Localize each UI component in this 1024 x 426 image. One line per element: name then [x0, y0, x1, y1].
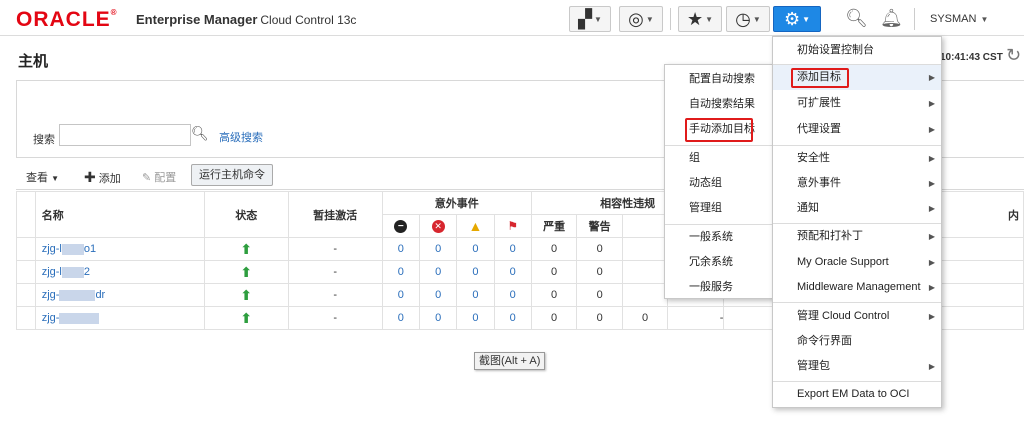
chevron-right-icon: ▶ — [928, 232, 935, 241]
menu-divider — [773, 302, 941, 303]
top-bar: ORACLE® Enterprise Manager Cloud Control … — [0, 0, 1024, 36]
menu-item-generic-system[interactable]: 一般系统 — [665, 225, 774, 250]
warning-icon[interactable]: ▲ — [456, 214, 495, 238]
menu-item-manage-cloud-control[interactable]: 管理 Cloud Control ▶ — [773, 304, 941, 329]
blackout-column-header[interactable]: 暂挂激活 — [287, 191, 383, 238]
menu-item-redundancy-system[interactable]: 冗余系统 — [665, 250, 774, 275]
status-column-header[interactable]: 状态 — [203, 191, 289, 238]
add-target-submenu: 配置自动搜索 自动搜索结果 手动添加目标 组 动态组 管理组 一般系统 冗余系统… — [664, 64, 775, 299]
chevron-right-icon: ▶ — [928, 154, 935, 163]
severe-column-header[interactable]: 严重 — [530, 214, 578, 238]
search-label: 搜索 — [33, 134, 55, 146]
chevron-right-icon: ▶ — [928, 312, 935, 321]
pencil-icon: ✎ — [142, 172, 152, 184]
highlight-box — [685, 118, 753, 142]
warning-column-header[interactable]: 警告 — [576, 214, 623, 238]
product-title: Enterprise Manager Cloud Control 13c — [136, 12, 357, 27]
configure-button[interactable]: ✎ 配置 — [142, 169, 176, 185]
add-button[interactable]: ✚ 添加 — [84, 169, 121, 186]
status-up-icon: ⬆ — [203, 306, 289, 330]
host-name-link[interactable]: zjg-l 2 — [34, 260, 205, 284]
menu-item-extensibility[interactable]: 可扩展性 ▶ — [773, 91, 941, 116]
menu-item-notifications[interactable]: 通知 ▶ — [773, 196, 941, 221]
search-icon[interactable]: 🔍︎ — [845, 8, 868, 29]
toolbar-divider — [914, 8, 915, 30]
compliance-col-3 — [621, 214, 669, 238]
refresh-icon[interactable]: ↻ — [1006, 45, 1021, 66]
menu-item-admin-group[interactable]: 管理组 — [665, 196, 774, 221]
targets-menu-button[interactable]: ▞ ▼ — [569, 6, 611, 32]
targets-icon: ▞ — [578, 8, 592, 29]
chevron-right-icon: ▶ — [928, 179, 935, 188]
status-up-icon: ⬆ — [203, 260, 289, 284]
row-select-header — [16, 191, 36, 238]
setup-dropdown-menu: 初始设置控制台 添加目标 ▶ 可扩展性 ▶ 代理设置 ▶ 安全性 ▶ 意外事件 ▶ 通知 ▶… — [772, 36, 942, 408]
menu-item-security[interactable]: 安全性 ▶ — [773, 146, 941, 171]
clock-icon: ◷ — [735, 8, 751, 29]
user-menu[interactable]: SYSMAN ▼ — [930, 13, 988, 25]
highlight-box — [791, 68, 849, 88]
page-refresh-time: 10:41:43 CST — [940, 52, 1003, 63]
menu-item-command-line-interface[interactable]: 命令行界面 — [773, 329, 941, 354]
menu-item-agent-settings[interactable]: 代理设置 ▶ — [773, 117, 941, 142]
incidents-column-header: 意外事件 — [381, 191, 532, 215]
bell-icon[interactable]: 🔔︎ — [880, 8, 903, 29]
fatal-icon[interactable]: − — [381, 214, 420, 238]
host-name-link[interactable]: zjg-l o1 — [34, 237, 205, 261]
chevron-right-icon: ▶ — [928, 204, 935, 213]
menu-item-provisioning-patching[interactable]: 预配和打补丁 ▶ — [773, 224, 941, 249]
menu-item-configure-auto-discovery[interactable]: 配置自动搜索 — [665, 67, 774, 92]
history-button[interactable]: ◷ ▼ — [726, 6, 770, 32]
name-column-header[interactable]: 名称 — [34, 191, 205, 238]
gear-icon: ⚙ — [783, 8, 801, 29]
search-input[interactable] — [59, 124, 191, 146]
chevron-right-icon: ▶ — [928, 283, 935, 292]
toolbar-divider — [670, 8, 671, 30]
host-name-link[interactable]: zjg-dr — [34, 283, 205, 307]
chevron-right-icon: ▶ — [928, 258, 935, 267]
status-up-icon: ⬆ — [203, 237, 289, 261]
menu-item-initial-setup-console[interactable]: 初始设置控制台 — [773, 38, 941, 63]
chevron-right-icon: ▶ — [928, 125, 935, 134]
chevron-right-icon: ▶ — [928, 362, 935, 371]
search-icon[interactable]: 🔍︎ — [191, 125, 209, 142]
target-circle-icon: ◎ — [628, 8, 644, 29]
menu-item-my-oracle-support[interactable]: My Oracle Support ▶ — [773, 250, 941, 275]
favorites-target-button[interactable]: ◎ ▼ — [619, 6, 663, 32]
setup-menu-button[interactable]: ⚙ ▼ — [773, 6, 821, 32]
run-host-command-button[interactable]: 运行主机命令 — [191, 164, 273, 186]
plus-icon: ✚ — [84, 169, 96, 185]
flag-icon[interactable]: ⚑ — [493, 214, 532, 238]
chevron-right-icon: ▶ — [928, 73, 935, 82]
view-menu[interactable]: 查看 ▼ — [26, 169, 59, 185]
star-icon: ★ — [686, 8, 704, 29]
advanced-search-link[interactable]: 高级搜索 — [219, 129, 263, 145]
chevron-right-icon: ▶ — [928, 99, 935, 108]
menu-item-auto-discovery-results[interactable]: 自动搜索结果 — [665, 92, 774, 117]
menu-item-generic-service[interactable]: 一般服务 — [665, 275, 774, 300]
screenshot-tooltip: 截图(Alt + A) — [474, 352, 546, 370]
oracle-logo[interactable]: ORACLE® — [16, 8, 118, 32]
menu-item-dynamic-group[interactable]: 动态组 — [665, 171, 774, 196]
status-up-icon: ⬆ — [203, 283, 289, 307]
favorites-button[interactable]: ★ ▼ — [678, 6, 722, 32]
menu-item-middleware-management[interactable]: Middleware Management ▶ — [773, 275, 941, 300]
menu-item-group[interactable]: 组 — [665, 146, 774, 171]
menu-item-management-packs[interactable]: 管理包 ▶ — [773, 354, 941, 379]
critical-icon[interactable]: ✕ — [418, 214, 458, 238]
menu-item-incidents[interactable]: 意外事件 ▶ — [773, 171, 941, 196]
menu-item-export-em-data[interactable]: Export EM Data to OCI — [773, 382, 941, 407]
host-name-link[interactable]: zjg- — [34, 306, 205, 330]
page-title: 主机 — [18, 53, 49, 70]
